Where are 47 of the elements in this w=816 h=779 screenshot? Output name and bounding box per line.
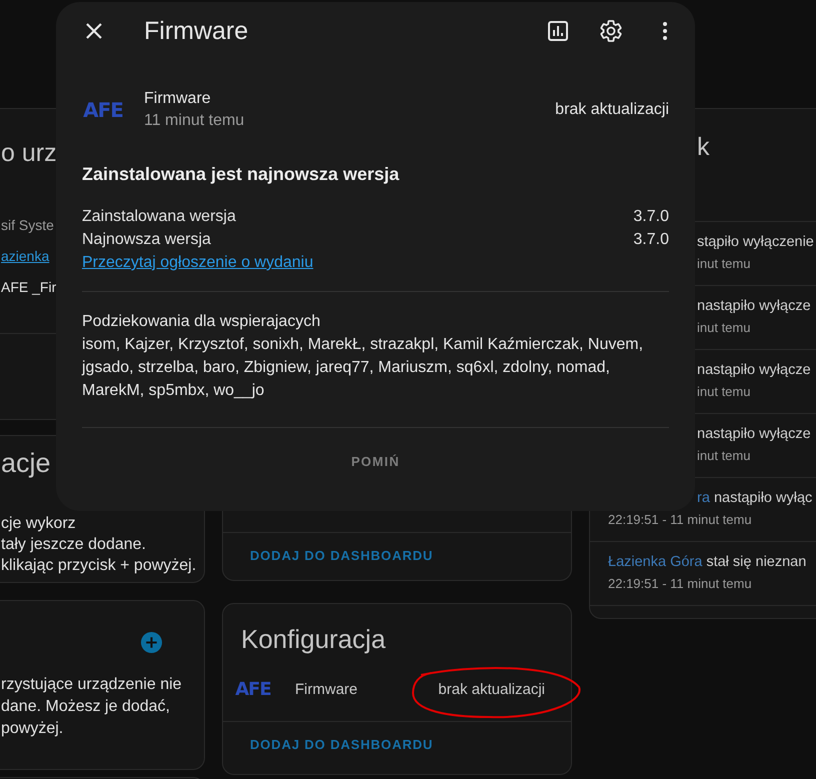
card-title: acje — [1, 448, 52, 479]
status-heading: Zainstalowana jest najnowsza wersja — [82, 164, 400, 185]
card-text: cje wykorz — [1, 514, 76, 534]
card-title: Konfiguracja — [240, 624, 387, 655]
entity-name[interactable]: Firmware — [295, 680, 438, 698]
logo: AFE — [82, 98, 124, 122]
version-label: Najnowsza wersja — [82, 230, 211, 250]
card-title: k — [697, 133, 710, 162]
timestamp: 22:19:51 - 11 minut temu — [608, 511, 753, 529]
release-notes-link[interactable]: Przeczytaj ogłoszenie o wydaniu — [82, 251, 314, 274]
add-to-dashboard-button[interactable]: DODAJ DO DASHBOARDU — [250, 737, 434, 752]
timestamp: inut temu — [697, 447, 752, 465]
timestamp: inut temu — [697, 383, 752, 401]
card-text: tały jeszcze dodane. — [1, 535, 146, 555]
entity-name: Firmware — [144, 89, 212, 109]
thanks-title: Podziekowania dla wspierajacych — [82, 312, 322, 332]
card-text: klikając przycisk + powyżej. — [1, 556, 196, 576]
chart-icon[interactable] — [546, 19, 570, 43]
dialog-title: Firmware — [144, 16, 248, 46]
card-text: dane. Możesz je dodać, — [1, 697, 170, 717]
settings-icon[interactable] — [599, 19, 623, 43]
add-to-dashboard-button[interactable]: DODAJ DO DASHBOARDU — [250, 548, 434, 563]
timestamp: 22:19:51 - 11 minut temu — [608, 575, 753, 593]
logbook-entry: stąpiło wyłączenie — [697, 233, 815, 252]
entity-state: brak aktualizacji — [438, 680, 545, 698]
card-text: rzystujące urządzenie nie — [1, 675, 182, 695]
version-value: 3.7.0 — [633, 230, 669, 250]
logbook-entry: nastąpiło wyłącze — [697, 361, 812, 380]
version-label: Zainstalowana wersja — [82, 207, 236, 227]
logbook-entry: Łazienka Góra stał się nieznan — [608, 553, 808, 572]
logbook-entry: ra nastąpiło wyłąc — [697, 489, 814, 508]
card-text: powyżej. — [1, 719, 64, 739]
timestamp: inut temu — [697, 319, 752, 337]
supporters-list: isom, Kajzer, Krzysztof, sonixh, MarekŁ, strazakpl, Kamil Kaźmierczak, Nuvem, jgsado, strzelba, baro, Zbigniew, jareq77, Mariuszm, sq6xl, zdolny, nomad, MarekM, sp5mbx, wo__jo — [82, 333, 669, 402]
device-link[interactable]: azienka — [1, 241, 50, 272]
version-value: 3.7.0 — [633, 207, 669, 227]
last-changed: 11 minut temu — [144, 111, 246, 131]
logbook-entry: nastąpiło wyłącze — [697, 297, 812, 316]
timestamp: inut temu — [697, 255, 752, 273]
entity-state: brak aktualizacji — [555, 101, 669, 119]
logo: AFE — [234, 678, 272, 700]
card-title: o urz — [1, 139, 58, 168]
card-text: AFE _Fir — [1, 278, 56, 297]
skip-button[interactable]: POMIŃ — [351, 454, 400, 469]
add-icon[interactable] — [140, 631, 163, 654]
logbook-entry: nastąpiło wyłącze — [697, 425, 812, 444]
card-text: sif Syste — [1, 216, 54, 235]
